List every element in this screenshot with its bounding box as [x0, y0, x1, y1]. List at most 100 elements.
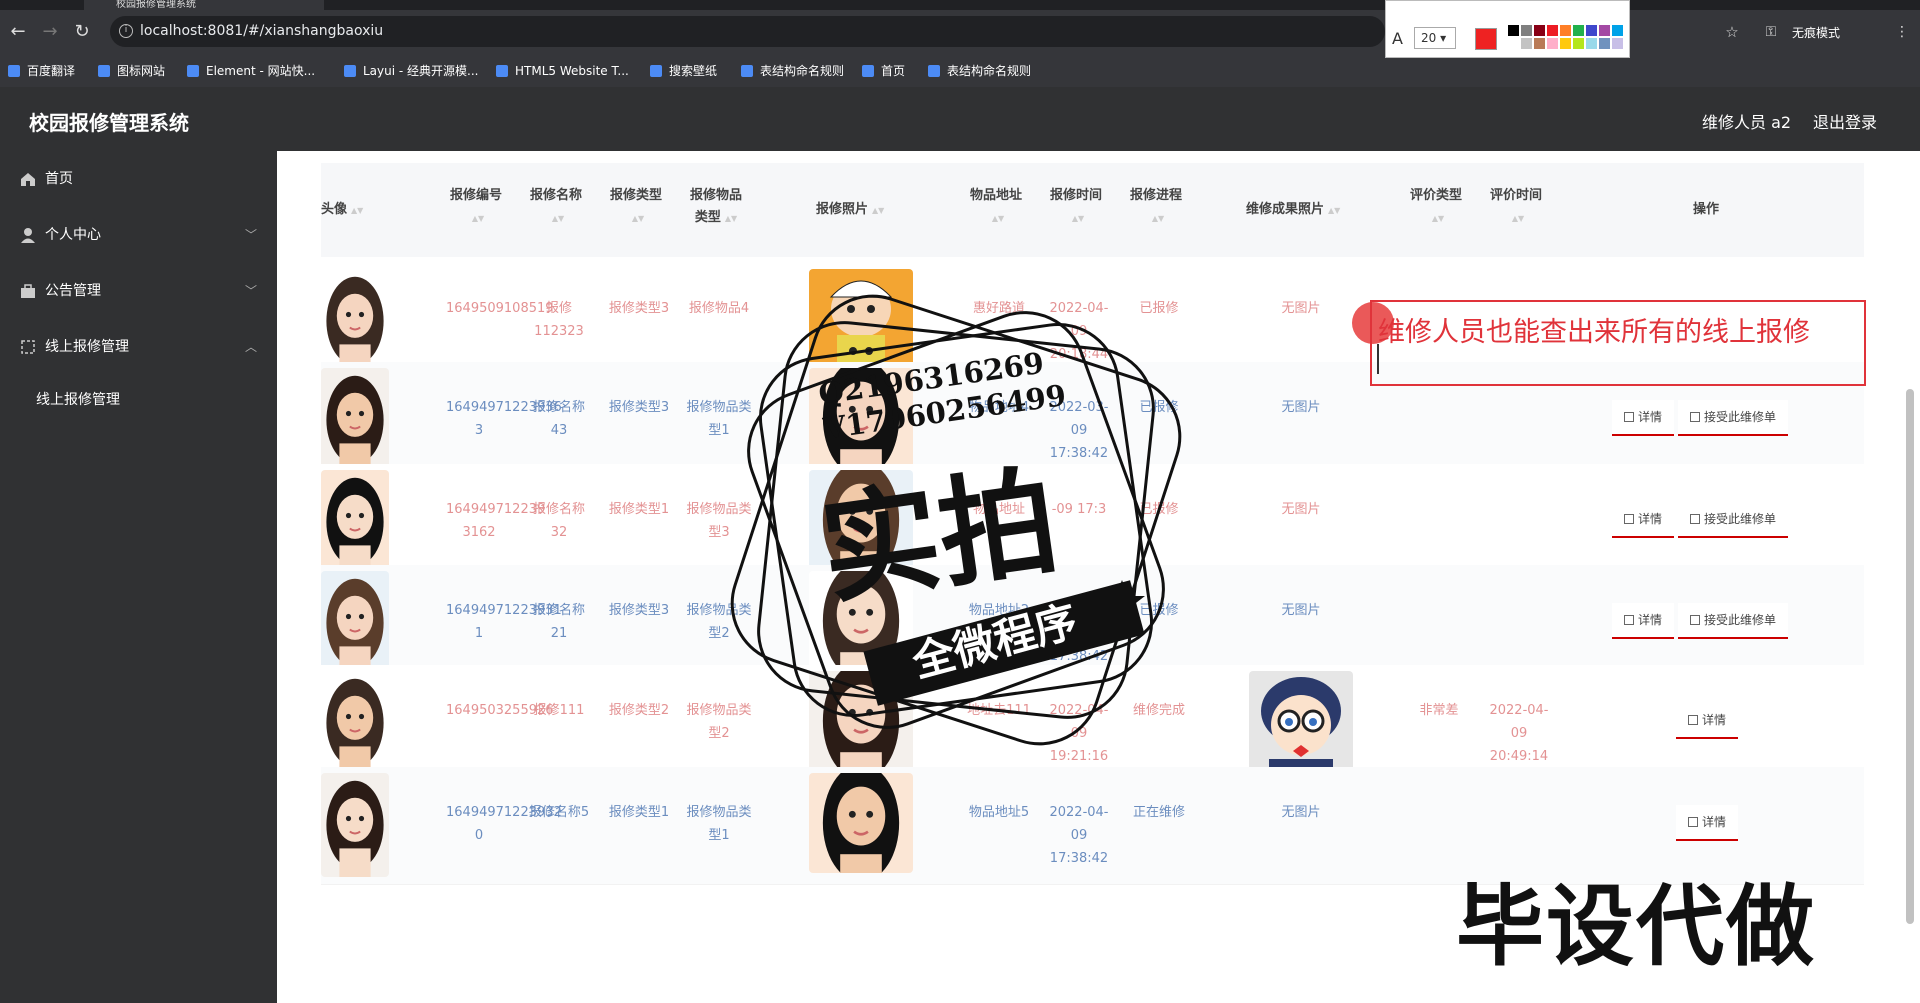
annotation-text: 维修人员也能查出来所有的线上报修	[1378, 317, 1810, 348]
bookmark-item[interactable]: 表结构命名规则	[928, 63, 1031, 79]
col-result-photo[interactable]: 维修成果照片 ▲▼	[1246, 199, 1340, 222]
active-color-swatch[interactable]	[1475, 28, 1497, 50]
color-swatch[interactable]	[1599, 38, 1610, 49]
briefcase-icon	[21, 284, 35, 298]
col-code[interactable]: 报修编号 ▲▼	[446, 185, 506, 230]
color-swatch[interactable]	[1508, 25, 1519, 36]
menu-dots-icon[interactable]: ⋮	[1890, 20, 1914, 44]
cell-eval-type: 非常差	[1419, 703, 1459, 718]
detail-button[interactable]: 详情	[1676, 703, 1739, 739]
cell-name: 报修名称21	[532, 603, 585, 641]
col-eval-type[interactable]: 评价类型 ▲▼	[1406, 185, 1466, 230]
col-item-type[interactable]: 报修物品 类型 ▲▼	[686, 185, 746, 230]
bookmark-item[interactable]: 表结构命名规则	[741, 63, 844, 79]
bookmark-item[interactable]: 首页	[862, 63, 905, 79]
avatar	[321, 571, 389, 675]
sidebar-item-notice[interactable]: 公告管理 ﹀	[0, 263, 277, 319]
color-swatch[interactable]	[1534, 25, 1545, 36]
key-icon[interactable]: ⚿	[1759, 20, 1783, 44]
user-icon	[21, 228, 35, 243]
col-avatar[interactable]: 头像 ▲▼	[321, 199, 363, 222]
sidebar: 首页 个人中心 ﹀ 公告管理 ﹀ 线上报修管理 ︿ 线上报修管理	[0, 151, 277, 1003]
bookmarks-bar: 百度翻译 图标网站 Element - 网站快... Layui - 经典开源模...…	[0, 53, 1920, 87]
sidebar-item-home[interactable]: 首页	[0, 151, 277, 207]
chevron-up-icon: ︿	[245, 340, 258, 354]
col-photo[interactable]: 报修照片 ▲▼	[816, 199, 884, 222]
reload-icon[interactable]: ↻	[70, 20, 94, 44]
app-header: 校园报修管理系统 维修人员 a2 退出登录	[0, 87, 1920, 151]
sidebar-item-label: 线上报修管理	[45, 339, 129, 355]
detail-button[interactable]: 详情	[1612, 400, 1675, 436]
cell-code: 164949712239 3162	[446, 502, 546, 540]
table-header: 头像 ▲▼ 报修编号 ▲▼ 报修名称 ▲▼ 报修类型 ▲▼ 报修物品 类型 ▲▼ 报修照片 ▲…	[321, 163, 1864, 257]
cell-item_type: 报修物品类型1	[686, 805, 752, 843]
color-swatch[interactable]	[1586, 25, 1597, 36]
detail-button[interactable]: 详情	[1676, 805, 1739, 841]
detail-button[interactable]: 详情	[1612, 603, 1675, 639]
vertical-scrollbar[interactable]	[1906, 389, 1914, 924]
font-size-select[interactable]: 20 ▾	[1414, 27, 1456, 49]
color-swatch[interactable]	[1521, 38, 1532, 49]
chevron-down-icon: ﹀	[245, 284, 258, 298]
sidebar-item-label: 首页	[45, 171, 73, 187]
crop-icon	[21, 340, 35, 354]
sidebar-subitem-repair-manage[interactable]: 线上报修管理	[0, 375, 277, 425]
cell-type: 报修类型1	[608, 805, 670, 820]
cell-type: 报修类型3	[608, 400, 670, 415]
browser-tab[interactable]: 校园报修管理系统	[84, 0, 324, 10]
avatar	[321, 470, 389, 574]
col-eval-time[interactable]: 评价时间 ▲▼	[1486, 185, 1546, 230]
font-icon[interactable]: A	[1392, 29, 1403, 48]
detail-button[interactable]: 详情	[1612, 502, 1675, 538]
color-swatch[interactable]	[1560, 38, 1571, 49]
col-ops: 操作	[1693, 202, 1720, 217]
cell-code: 1649503255926	[446, 703, 554, 718]
color-swatch[interactable]	[1547, 38, 1558, 49]
cell-name: 报修名称32	[532, 502, 585, 540]
color-swatch[interactable]	[1586, 38, 1597, 49]
col-progress[interactable]: 报修进程 ▲▼	[1126, 185, 1186, 230]
bookmark-item[interactable]: HTML5 Website T...	[496, 63, 629, 79]
cell-code: 16494971223936 3	[446, 400, 562, 438]
text-caret	[1377, 344, 1379, 374]
col-address[interactable]: 物品地址 ▲▼	[966, 185, 1026, 230]
accept-order-button[interactable]: 接受此维修单	[1678, 400, 1789, 436]
back-icon[interactable]: ←	[6, 20, 30, 44]
color-swatch[interactable]	[1521, 25, 1532, 36]
color-swatch[interactable]	[1560, 25, 1571, 36]
color-swatch[interactable]	[1508, 38, 1519, 49]
cell-type: 报修类型1	[608, 502, 670, 517]
cell-name: 报修名称43	[532, 400, 585, 438]
color-swatch[interactable]	[1612, 38, 1623, 49]
col-name[interactable]: 报修名称 ▲▼	[526, 185, 586, 230]
accept-order-button[interactable]: 接受此维修单	[1678, 603, 1789, 639]
color-swatch[interactable]	[1547, 25, 1558, 36]
col-type[interactable]: 报修类型 ▲▼	[606, 185, 666, 230]
current-user: 维修人员 a2	[1702, 113, 1792, 132]
bookmark-item[interactable]: Layui - 经典开源模...	[344, 63, 478, 79]
bookmark-item[interactable]: Element - 网站快...	[187, 63, 315, 79]
bookmark-item[interactable]: 百度翻译	[8, 63, 75, 79]
site-info-icon[interactable]: i	[119, 24, 133, 38]
repair-photo	[809, 773, 913, 873]
color-swatch[interactable]	[1573, 38, 1584, 49]
avatar	[321, 269, 389, 373]
bookmark-item[interactable]: 图标网站	[98, 63, 165, 79]
accept-order-button[interactable]: 接受此维修单	[1678, 502, 1789, 538]
color-swatch[interactable]	[1599, 25, 1610, 36]
forward-icon[interactable]: →	[38, 20, 62, 44]
sidebar-item-repair[interactable]: 线上报修管理 ︿	[0, 319, 277, 375]
cell-code: 16494971223932 0	[446, 805, 562, 843]
color-swatch[interactable]	[1534, 38, 1545, 49]
cell-result: 无图片	[1281, 502, 1321, 517]
color-swatch[interactable]	[1612, 25, 1623, 36]
bookmark-item[interactable]: 搜索壁纸	[650, 63, 717, 79]
logout-button[interactable]: 退出登录	[1813, 109, 1877, 133]
incognito-indicator: 无痕模式	[1792, 26, 1841, 40]
bookmark-star-icon[interactable]: ☆	[1720, 20, 1744, 44]
col-time[interactable]: 报修时间 ▲▼	[1046, 185, 1106, 230]
color-swatch[interactable]	[1573, 25, 1584, 36]
address-bar[interactable]: i localhost:8081/#/xianshangbaoxiu	[110, 16, 1385, 47]
sidebar-item-profile[interactable]: 个人中心 ﹀	[0, 207, 277, 263]
avatar	[321, 368, 389, 472]
